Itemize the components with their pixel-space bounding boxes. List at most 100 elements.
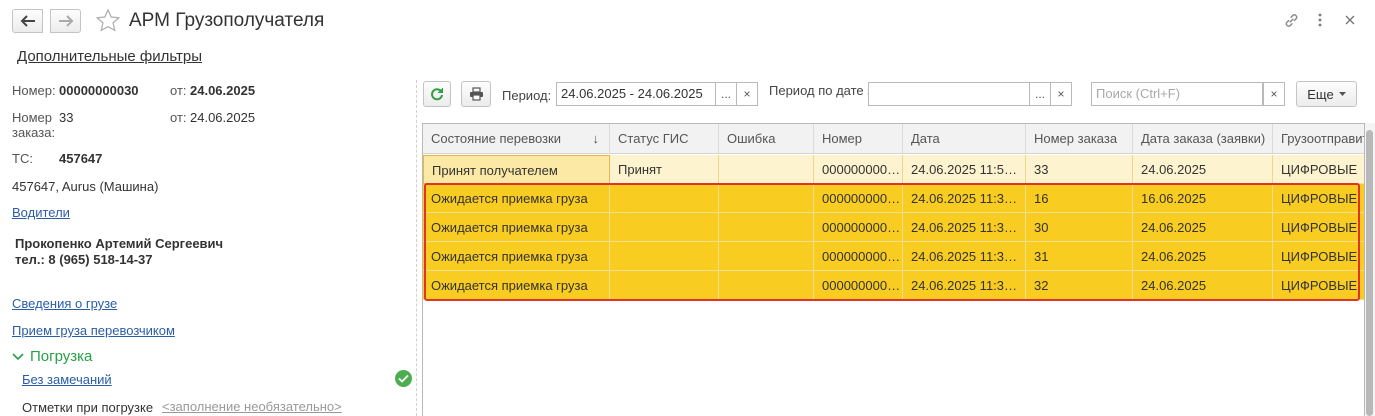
cell-gis-status[interactable] — [610, 213, 719, 242]
period-input[interactable]: 24.06.2025 - 24.06.2025 — [556, 82, 716, 106]
table-row[interactable]: Ожидается приемка груза 000000000… 24.06.2… — [423, 242, 1364, 271]
number-value: 00000000030 — [59, 83, 139, 98]
menu-button[interactable] — [1310, 10, 1330, 30]
cell-error[interactable] — [719, 155, 814, 184]
panel-splitter[interactable] — [416, 80, 417, 416]
cell-order-number[interactable]: 33 — [1026, 155, 1133, 184]
caret-down-icon — [1338, 92, 1346, 96]
drivers-link[interactable]: Водители — [12, 205, 70, 220]
cell-date[interactable]: 24.06.2025 11:3… — [903, 213, 1026, 242]
cell-date[interactable]: 24.06.2025 11:5… — [903, 155, 1026, 184]
cell-number[interactable]: 000000000… — [814, 213, 903, 242]
search-clear-button[interactable]: × — [1263, 82, 1285, 106]
driver-name: Прокопенко Артемий Сергеевич — [15, 236, 224, 251]
no-remarks-link[interactable]: Без замечаний — [22, 372, 112, 387]
link-icon — [1285, 13, 1297, 27]
cell-transport-state[interactable]: Ожидается приемка груза — [423, 271, 610, 300]
cell-error[interactable] — [719, 271, 814, 300]
order-period-input[interactable] — [868, 82, 1030, 106]
cell-order-number[interactable]: 16 — [1026, 184, 1133, 213]
cell-order-date[interactable]: 24.06.2025 — [1133, 213, 1273, 242]
cell-shipper[interactable]: ЦИФРОВЫЕ — [1273, 271, 1364, 300]
cell-date[interactable]: 24.06.2025 11:3… — [903, 184, 1026, 213]
search-input[interactable]: Поиск (Ctrl+F) — [1091, 82, 1263, 106]
cell-gis-status[interactable] — [610, 271, 719, 300]
period-label: Период: — [502, 88, 552, 103]
column-header-number[interactable]: Номер — [814, 124, 903, 154]
driver-phone: тел.: 8 (965) 518-14-37 — [15, 252, 153, 267]
table-row[interactable]: Ожидается приемка груза 000000000… 24.06.2… — [423, 213, 1364, 242]
cell-order-date[interactable]: 24.06.2025 — [1133, 271, 1273, 300]
cell-date[interactable]: 24.06.2025 11:3… — [903, 242, 1026, 271]
cell-order-number[interactable]: 30 — [1026, 213, 1133, 242]
arrow-left-icon — [20, 15, 35, 27]
forward-button[interactable] — [50, 9, 81, 33]
column-header-error[interactable]: Ошибка — [719, 124, 814, 154]
column-header-gis-status[interactable]: Статус ГИС — [610, 124, 719, 154]
loading-group-toggle[interactable]: Погрузка — [12, 348, 92, 365]
cargo-info-link[interactable]: Сведения о грузе — [12, 296, 117, 311]
number-from-value: 24.06.2025 — [190, 83, 256, 98]
cell-shipper[interactable]: ЦИФРОВЫЕ — [1273, 155, 1364, 184]
column-header-date[interactable]: Дата — [903, 124, 1026, 154]
cell-order-number[interactable]: 32 — [1026, 271, 1133, 300]
vehicle-value: 457647 — [59, 151, 103, 166]
cell-number[interactable]: 000000000… — [814, 242, 903, 271]
sort-desc-icon: ↓ — [592, 131, 600, 146]
shipments-table[interactable]: Состояние перевозки ↓ Статус ГИС Ошибка … — [422, 123, 1365, 416]
cell-transport-state[interactable]: Принят получателем — [423, 155, 610, 184]
period-clear-button[interactable]: × — [736, 82, 758, 106]
cell-error[interactable] — [719, 213, 814, 242]
order-period-clear-button[interactable]: × — [1050, 82, 1072, 106]
refresh-button[interactable] — [423, 81, 451, 107]
carrier-acceptance-link[interactable]: Прием груза перевозчиком — [12, 323, 175, 338]
cell-transport-state[interactable]: Ожидается приемка груза — [423, 242, 610, 271]
star-icon[interactable] — [95, 8, 121, 34]
table-row[interactable]: Ожидается приемка груза 000000000… 24.06.2… — [423, 184, 1364, 213]
column-header-transport-state[interactable]: Состояние перевозки ↓ — [423, 124, 610, 154]
column-header-order-date[interactable]: Дата заказа (заявки) — [1133, 124, 1273, 154]
additional-filters-link[interactable]: Дополнительные фильтры — [17, 48, 202, 65]
cell-order-date[interactable]: 24.06.2025 — [1133, 242, 1273, 271]
cell-order-number[interactable]: 31 — [1026, 242, 1133, 271]
loading-marks-input[interactable]: <заполнение необязательно> — [162, 399, 342, 414]
number-label: Номер: — [12, 83, 56, 98]
cell-number[interactable]: 000000000… — [814, 271, 903, 300]
table-scrollbar-thumb[interactable] — [1366, 130, 1373, 416]
column-header-order-number[interactable]: Номер заказа — [1026, 124, 1133, 154]
column-header-shipper[interactable]: Грузоотправитель — [1273, 124, 1364, 154]
cell-number[interactable]: 000000000… — [814, 184, 903, 213]
table-header: Состояние перевозки ↓ Статус ГИС Ошибка … — [423, 124, 1364, 154]
back-button[interactable] — [12, 9, 43, 33]
vehicle-description: 457647, Aurus (Машина) — [12, 179, 159, 194]
order-period-label: Период по дате заказа: — [769, 83, 911, 98]
cell-order-date[interactable]: 16.06.2025 — [1133, 184, 1273, 213]
table-row[interactable]: Ожидается приемка груза 000000000… 24.06.2… — [423, 271, 1364, 300]
period-select-button[interactable]: ... — [715, 82, 737, 106]
more-vertical-icon — [1318, 13, 1322, 27]
cell-shipper[interactable]: ЦИФРОВЫЕ — [1273, 213, 1364, 242]
chevron-down-icon — [12, 352, 24, 360]
cell-error[interactable] — [719, 184, 814, 213]
cell-gis-status[interactable]: Принят — [610, 155, 719, 184]
table-row[interactable]: Принят получателем Принят 000000000… 24.06.… — [423, 155, 1364, 184]
cell-error[interactable] — [719, 242, 814, 271]
cell-gis-status[interactable] — [610, 184, 719, 213]
close-button[interactable] — [1340, 10, 1360, 30]
link-button[interactable] — [1281, 10, 1301, 30]
order-period-select-button[interactable]: ... — [1029, 82, 1051, 106]
close-icon — [1345, 15, 1355, 25]
cell-transport-state[interactable]: Ожидается приемка груза — [423, 213, 610, 242]
cell-shipper[interactable]: ЦИФРОВЫЕ — [1273, 242, 1364, 271]
cell-number[interactable]: 000000000… — [814, 155, 903, 184]
cell-gis-status[interactable] — [610, 242, 719, 271]
printer-icon — [469, 87, 483, 101]
cell-date[interactable]: 24.06.2025 11:3… — [903, 271, 1026, 300]
cell-transport-state[interactable]: Ожидается приемка груза — [423, 184, 610, 213]
driver-info: Прокопенко Артемий Сергеевич тел.: 8 (96… — [15, 236, 223, 268]
order-from-value: 24.06.2025 — [190, 110, 256, 125]
more-button[interactable]: Еще — [1296, 81, 1357, 107]
print-button[interactable] — [461, 81, 491, 107]
cell-order-date[interactable]: 24.06.2025 — [1133, 155, 1273, 184]
cell-shipper[interactable]: ЦИФРОВЫЕ — [1273, 184, 1364, 213]
